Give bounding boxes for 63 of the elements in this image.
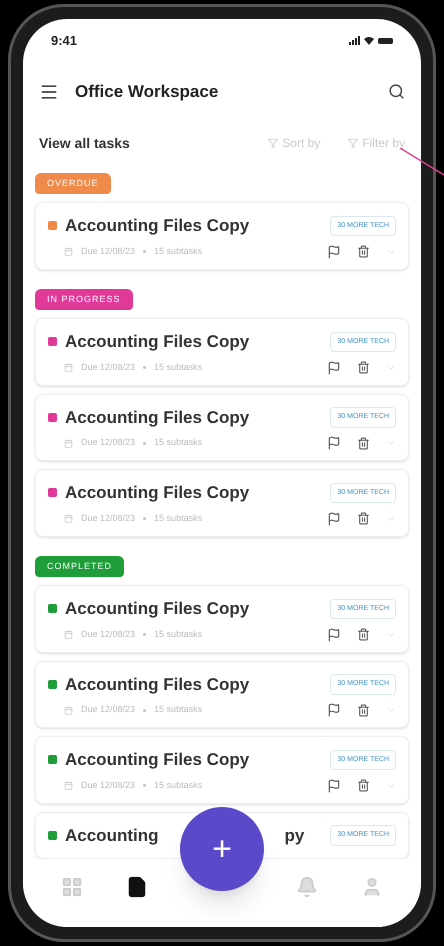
calendar-icon — [64, 630, 73, 639]
subtask-count: 15 subtasks — [154, 244, 202, 258]
due-date: Due 12/08/23 — [81, 436, 136, 450]
calendar-icon — [64, 781, 73, 790]
task-title: py — [284, 824, 304, 846]
trash-icon[interactable] — [357, 512, 370, 525]
section-heading: View all tasks — [39, 134, 130, 152]
calendar-icon — [64, 438, 73, 448]
filter-icon — [348, 138, 358, 148]
task-title: Accounting Files Copy — [65, 406, 250, 429]
task-title: Accounting Files Copy — [65, 331, 250, 353]
subtask-count: 15 subtasks — [154, 628, 202, 641]
separator-dot — [143, 250, 146, 253]
task-title: Accounting Files Copy — [65, 482, 250, 504]
subtask-count: 15 subtasks — [154, 512, 202, 525]
separator-dot — [143, 633, 146, 636]
app-title: Office Workspace — [75, 81, 218, 103]
flag-icon[interactable] — [327, 703, 341, 717]
task-title: Accounting Files Copy — [65, 598, 250, 620]
trash-icon[interactable] — [357, 779, 370, 792]
due-date: Due 12/08/23 — [81, 244, 136, 258]
subtask-count: 15 subtasks — [154, 703, 202, 716]
flag-icon[interactable] — [327, 778, 341, 792]
task-title: Accounting Files Copy — [65, 215, 250, 237]
trash-icon[interactable] — [357, 361, 370, 374]
separator-dot — [143, 708, 146, 712]
task-title: Accounting Files Copy — [65, 749, 250, 771]
search-icon[interactable] — [388, 83, 405, 100]
trash-icon[interactable] — [357, 436, 370, 450]
due-date: Due 12/08/23 — [81, 512, 136, 525]
due-date: Due 12/08/23 — [81, 628, 136, 641]
trash-icon[interactable] — [357, 628, 370, 641]
task-title: Accounting — [65, 824, 158, 847]
separator-dot — [143, 784, 146, 787]
calendar-icon — [64, 247, 73, 256]
due-date: Due 12/08/23 — [81, 703, 136, 716]
status-icons — [349, 36, 393, 46]
calendar-icon — [64, 363, 73, 372]
status-chip: COMPLETED — [35, 556, 124, 577]
separator-dot — [143, 517, 146, 520]
flag-icon[interactable] — [327, 512, 341, 526]
due-date: Due 12/08/23 — [81, 360, 136, 374]
trash-icon[interactable] — [357, 245, 370, 258]
status-chip: OVERDUE — [35, 172, 111, 194]
calendar-icon — [64, 706, 73, 714]
subtask-count: 15 subtasks — [154, 436, 202, 450]
subtask-count: 15 subtasks — [154, 778, 202, 792]
status-chip: IN PROGRESS — [35, 288, 133, 310]
task-title: Accounting Files Copy — [65, 674, 250, 696]
flag-icon[interactable] — [327, 628, 341, 642]
document-icon[interactable] — [126, 876, 148, 898]
flag-icon[interactable] — [327, 436, 341, 450]
calendar-icon — [64, 514, 73, 523]
trash-icon[interactable] — [357, 704, 370, 716]
leader-line — [400, 148, 444, 176]
flag-icon[interactable] — [327, 360, 341, 374]
due-date: Due 12/08/23 — [81, 778, 136, 792]
status-time: 9:41 — [51, 32, 78, 50]
filter-icon — [268, 138, 278, 148]
flag-icon[interactable] — [327, 244, 341, 258]
subtask-count: 15 subtasks — [154, 360, 202, 374]
separator-dot — [143, 366, 146, 369]
separator-dot — [143, 442, 146, 444]
